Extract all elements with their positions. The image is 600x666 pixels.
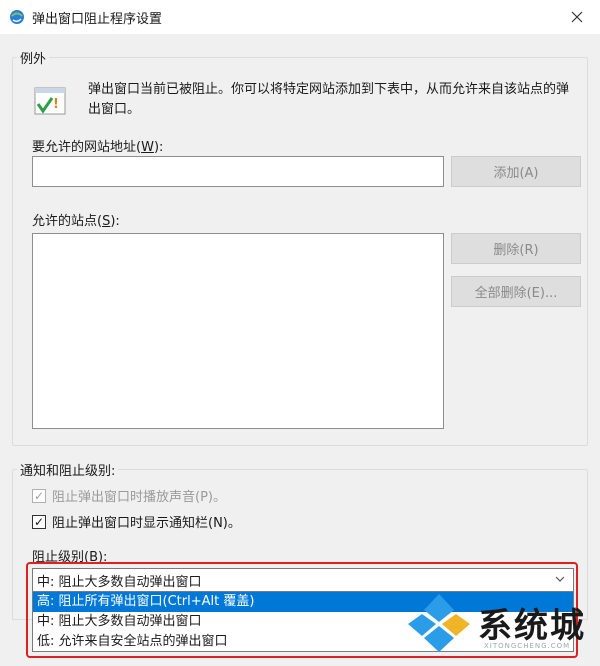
popup-blocked-icon: ! <box>34 87 66 115</box>
allowed-sites-label: 允许的站点(S): <box>32 210 120 229</box>
play-sound-check-box[interactable]: ✓ <box>32 488 46 503</box>
chevron-down-icon[interactable] <box>555 574 565 584</box>
play-sound-label: 阻止弹出窗口时播放声音(P)。 <box>52 490 226 505</box>
title-bar: 弹出窗口阻止程序设置 <box>0 0 600 34</box>
show-notification-bar-checkbox[interactable]: ✓ 阻止弹出窗口时显示通知栏(N)。 <box>32 512 241 531</box>
info-text: 弹出窗口当前已被阻止。你可以将特定网站添加到下表中，从而允许来自该站点的弹出窗口… <box>88 82 570 117</box>
address-label-text: 要允许的网站地址( <box>32 140 142 155</box>
allowed-label-text: 允许的站点( <box>32 214 103 229</box>
show-bar-label: 阻止弹出窗口时显示通知栏(N)。 <box>52 516 241 531</box>
remove-all-button[interactable]: 全部删除(E)... <box>451 276 581 307</box>
close-icon <box>571 11 583 23</box>
show-bar-check-box[interactable]: ✓ <box>32 514 46 529</box>
play-sound-checkbox[interactable]: ✓ 阻止弹出窗口时播放声音(P)。 <box>32 486 226 505</box>
address-label-suffix: ): <box>153 140 164 155</box>
allowed-sites-list[interactable] <box>32 233 444 429</box>
close-button[interactable] <box>554 0 600 34</box>
blocking-level-select[interactable]: 中: 阻止大多数自动弹出窗口 <box>32 568 574 592</box>
svg-text:!: ! <box>53 97 59 112</box>
allowed-label-suffix: ): <box>110 214 120 229</box>
watermark-logo-icon <box>408 594 470 652</box>
exceptions-legend: 例外 <box>20 52 47 67</box>
add-button[interactable]: 添加(A) <box>451 156 581 187</box>
blocking-level-label: 阻止级别(B): <box>32 550 108 565</box>
notifications-legend: 通知和阻止级别: <box>20 464 116 479</box>
remove-button[interactable]: 删除(R) <box>451 233 581 264</box>
blocking-level-value: 中: 阻止大多数自动弹出窗口 <box>37 574 202 590</box>
address-label-accesskey: W <box>141 140 154 155</box>
window-title: 弹出窗口阻止程序设置 <box>32 12 163 27</box>
watermark-subtext: XITONGCHENG.COM <box>484 642 571 650</box>
website-address-input[interactable] <box>32 156 444 187</box>
internet-explorer-icon <box>10 10 24 24</box>
address-label: 要允许的网站地址(W): <box>32 136 163 155</box>
watermark-text: 系统城 <box>478 606 586 646</box>
